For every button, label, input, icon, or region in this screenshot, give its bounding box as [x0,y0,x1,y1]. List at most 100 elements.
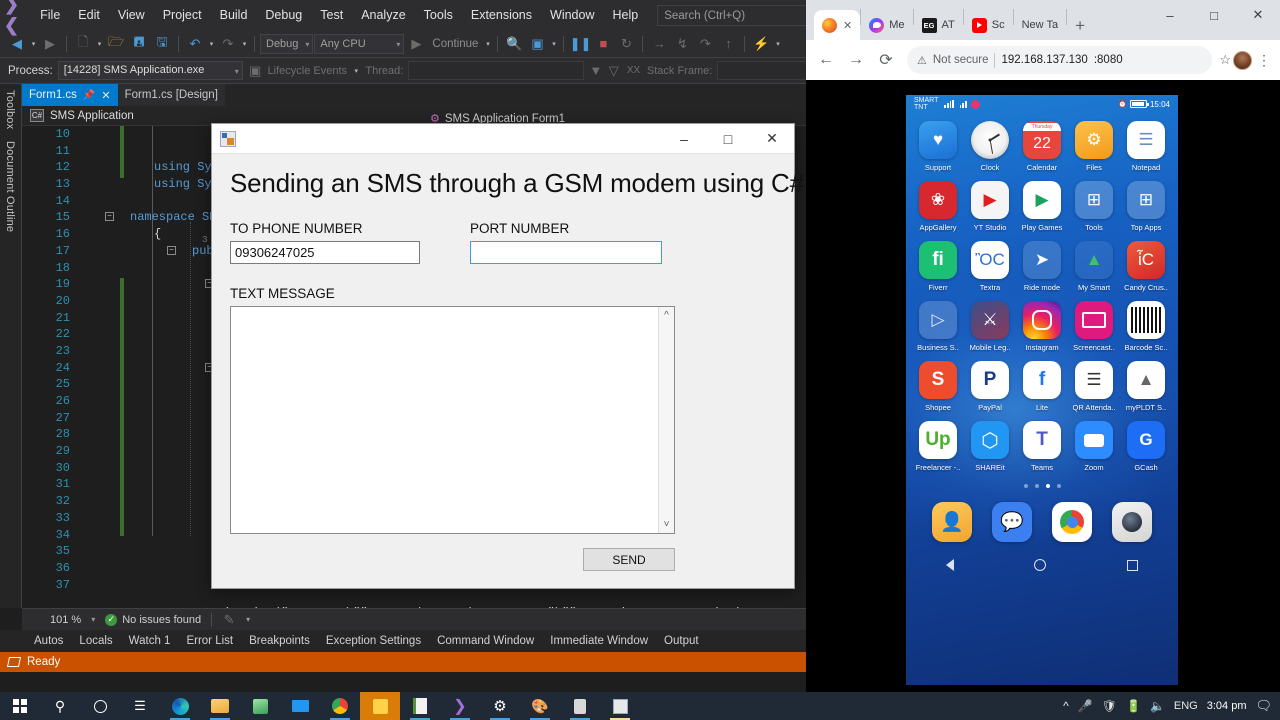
app-my-smart[interactable]: ▲ My Smart [1068,241,1120,292]
menu-item-view[interactable]: View [109,4,154,26]
forward-icon[interactable]: → [842,46,870,74]
app-freelancer[interactable]: Up Freelancer -.. [912,421,964,472]
live-tree-dropdown-icon[interactable]: ▾ [549,40,558,48]
tab-form1-cs-design[interactable]: Form1.cs [Design] [117,84,225,106]
app-screencast[interactable]: Screencast.. [1068,301,1120,352]
app-paypal[interactable]: P PayPal [964,361,1016,412]
open-file-icon[interactable]: 🗁 [105,33,127,55]
contacts-icon[interactable]: 👤 [932,502,972,542]
restart-icon[interactable]: ↻ [615,33,637,55]
minimize-button[interactable]: – [1148,0,1192,30]
process-select[interactable]: [14228] SMS Application.exe [57,61,243,80]
new-project-dropdown-icon[interactable]: ▾ [95,40,104,48]
navigate-forward-icon[interactable]: ▶ [39,33,61,55]
show-next-statement-icon[interactable]: → [648,33,670,55]
continue-button-label[interactable]: Continue [428,38,482,50]
scrollbar[interactable]: ^ ˅ [658,307,674,533]
step-over-icon[interactable]: ↷ [694,33,716,55]
show-hidden-icons-chevron-icon[interactable]: ^ [1063,699,1069,713]
step-into-icon[interactable]: ↯ [671,33,693,55]
menu-item-debug[interactable]: Debug [256,4,311,26]
panel-tab-immediate-window[interactable]: Immediate Window [542,633,656,649]
tab-eg[interactable]: EG AT [914,10,963,40]
app-tools[interactable]: ⊞ Tools [1068,181,1120,232]
send-button[interactable]: SEND [583,548,675,571]
app-yt-studio[interactable]: ▶ YT Studio [964,181,1016,232]
close-icon[interactable]: ✕ [101,89,110,102]
menu-item-test[interactable]: Test [311,4,352,26]
menu-item-edit[interactable]: Edit [69,4,109,26]
address-bar[interactable]: ⚠ Not secure 192.168.137.130:8080 [907,46,1213,74]
filter-clear-icon[interactable]: ▽ [607,60,620,82]
panel-tab-autos[interactable]: Autos [26,633,71,649]
microsoft-store-taskbar-icon[interactable] [240,692,280,720]
port-number-input[interactable] [470,241,662,264]
home-button[interactable] [1034,559,1047,571]
security-shield-icon[interactable]: 🛡 [1102,699,1117,713]
sidebar-item-document-outline[interactable]: Document Outline [0,135,20,238]
phone-number-input[interactable] [230,241,420,264]
app-top-apps[interactable]: ⊞ Top Apps [1120,181,1172,232]
app-clock[interactable]: Clock [964,121,1016,172]
navigate-backward-dropdown-icon[interactable]: ▾ [29,40,38,48]
stack-frame-select[interactable] [717,61,810,80]
app-fiverr[interactable]: fi Fiverr [912,241,964,292]
redo-dropdown-icon[interactable]: ▾ [240,40,249,48]
notifications-icon[interactable]: 🗨 [1255,698,1272,714]
app-support[interactable]: ♥ Support [912,121,964,172]
menu-item-extensions[interactable]: Extensions [462,4,541,26]
app-shopee[interactable]: S Shopee [912,361,964,412]
panel-tab-watch-1[interactable]: Watch 1 [121,633,179,649]
app-gcash[interactable]: G GCash [1120,421,1172,472]
panel-tab-output[interactable]: Output [656,633,707,649]
stop-debugging-icon[interactable]: ■ [592,33,614,55]
minimize-button[interactable]: – [662,124,706,154]
breadcrumb-project[interactable]: SMS Application [50,110,134,122]
task-view-button[interactable]: ☰ [120,692,160,720]
tab-messenger[interactable]: Me [861,10,912,40]
app-candy-crus[interactable]: ἶC Candy Crus.. [1120,241,1172,292]
tab-new-tab[interactable]: New Ta [1014,10,1066,40]
panel-tab-error-list[interactable]: Error List [178,633,241,649]
chrome-icon[interactable] [1052,502,1092,542]
clock[interactable]: 3:04 pm [1207,700,1247,712]
thread-select[interactable] [408,61,585,80]
chrome-taskbar-icon[interactable] [320,692,360,720]
status-badge[interactable]: ✓ No issues found [105,613,201,626]
live-visual-tree-icon[interactable]: ▣ [526,33,548,55]
new-tab-button[interactable]: + [1067,16,1093,40]
app-mobile-leg[interactable]: ⚔ Mobile Leg.. [964,301,1016,352]
menu-item-file[interactable]: File [31,4,69,26]
lifecycle-events-label[interactable]: Lifecycle Events [268,65,347,77]
start-button[interactable] [0,692,40,720]
panel-tab-command-window[interactable]: Command Window [429,633,542,649]
app-appgallery[interactable]: ❀ AppGallery [912,181,964,232]
app-zoom[interactable]: Zoom [1068,421,1120,472]
hot-reload-icon[interactable]: ⚡ [750,33,772,55]
chevron-up-icon[interactable]: ^ [664,307,669,324]
mail-taskbar-icon[interactable] [280,692,320,720]
more-menu-icon[interactable]: ⋮ [1254,52,1274,69]
thread-marker-icon[interactable]: XX [625,60,642,82]
panel-tab-breakpoints[interactable]: Breakpoints [241,633,318,649]
new-project-icon[interactable]: 🗋 [72,33,94,55]
continue-dropdown-icon[interactable]: ▾ [483,40,492,48]
undo-dropdown-icon[interactable]: ▾ [207,40,216,48]
app-instagram[interactable]: Instagram [1016,301,1068,352]
tab-youtube[interactable]: Sc [964,10,1013,40]
back-button[interactable] [946,559,955,571]
menu-item-analyze[interactable]: Analyze [352,4,414,26]
sms-window-titlebar[interactable]: – □ ✕ [212,124,794,154]
hot-reload-dropdown-icon[interactable]: ▾ [773,40,782,48]
close-icon[interactable]: ✕ [843,19,852,32]
maximize-button[interactable]: □ [1192,0,1236,30]
app-lite[interactable]: f Lite [1016,361,1068,412]
chevron-down-icon[interactable]: ˅ [664,516,670,533]
lifecycle-events-icon[interactable]: ▣ [248,60,263,82]
tab-firefox-page[interactable]: ✕ [814,10,861,40]
menu-item-help[interactable]: Help [603,4,647,26]
filter-icon[interactable]: ▼ [589,60,602,82]
settings-taskbar-icon[interactable]: ⚙ [480,692,520,720]
notepad-taskbar-icon[interactable] [400,692,440,720]
maximize-button[interactable]: □ [706,124,750,154]
